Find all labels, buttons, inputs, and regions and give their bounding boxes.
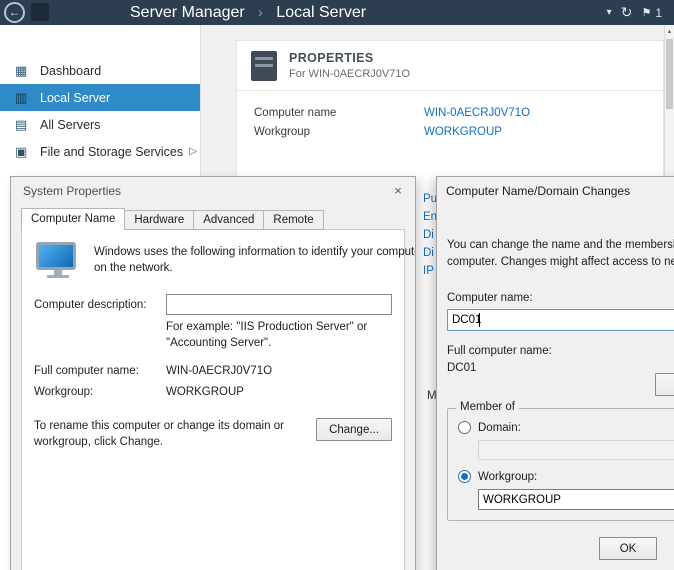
properties-title: PROPERTIES [289, 51, 410, 65]
property-row-workgroup: Workgroup WORKGROUP [254, 122, 663, 141]
sidebar-item-all-servers[interactable]: ▤ All Servers [0, 111, 200, 138]
occluded-value-fragment: Pu [423, 193, 436, 205]
member-of-label: Member of [456, 401, 519, 413]
workgroup-radio[interactable] [458, 470, 471, 483]
storage-icon: ▣ [15, 144, 31, 160]
tab-hardware[interactable]: Hardware [125, 210, 194, 230]
breadcrumb: Server Manager › Local Server [130, 0, 366, 25]
computer-description-label: Computer description: [34, 299, 166, 311]
computer-name-tab-page: Windows uses the following information t… [21, 229, 405, 570]
property-label: Workgroup [254, 126, 424, 138]
full-computer-name-value: DC01 [447, 362, 674, 374]
breadcrumb-local-server[interactable]: Local Server [276, 4, 366, 21]
computer-name-link[interactable]: WIN-0AECRJ0V71O [424, 107, 530, 119]
full-computer-name-label: Full computer name: [34, 365, 166, 377]
close-icon[interactable]: × [390, 183, 406, 199]
dialog-title: System Properties [11, 177, 415, 205]
domain-radio-label[interactable]: Domain: [478, 422, 521, 434]
rename-hint-text: To rename this computer or change its do… [34, 418, 284, 450]
server-icon: ▥ [15, 90, 31, 106]
occluded-value-fragment: Di [423, 229, 436, 241]
domain-input-disabled [478, 440, 674, 460]
properties-header: PROPERTIES For WIN-0AECRJ0V71O [237, 41, 663, 91]
sidebar-item-label: File and Storage Services [40, 145, 183, 159]
servers-icon: ▤ [15, 117, 31, 133]
property-label: Computer name [254, 107, 424, 119]
dashboard-icon: ▦ [15, 63, 31, 79]
refresh-icon[interactable]: ↻ [621, 4, 633, 21]
dialog-body: You can change the name and the membersh… [437, 237, 674, 521]
full-computer-name-label: Full computer name: [447, 345, 674, 357]
notifications-flag-icon[interactable]: ⚑ [641, 6, 651, 19]
properties-fields: Computer name WIN-0AECRJ0V71O Workgroup … [237, 91, 663, 141]
workgroup-value: WORKGROUP [166, 386, 244, 398]
occluded-text-fragment: M [427, 390, 436, 402]
text-cursor [479, 313, 480, 327]
monitor-icon [34, 242, 80, 278]
full-computer-name-value: WIN-0AECRJ0V71O [166, 365, 272, 377]
topbar: ← Server Manager › Local Server ▾ ↻ ⚑ 1 [0, 0, 674, 25]
occluded-value-fragment: IP [423, 265, 436, 277]
scrollbar-thumb[interactable] [666, 39, 673, 109]
breadcrumb-separator-icon: › [258, 4, 263, 20]
occluded-value-fragment: Di [423, 247, 436, 259]
app-icon [31, 3, 49, 21]
properties-subtitle: For WIN-0AECRJ0V71O [289, 68, 410, 80]
computer-name-label: Computer name: [447, 292, 674, 304]
sidebar-item-file-storage-services[interactable]: ▣ File and Storage Services ▷ [0, 138, 200, 165]
tab-strip: Computer Name Hardware Advanced Remote [21, 208, 324, 230]
workgroup-radio-row[interactable]: Workgroup: [458, 470, 674, 483]
system-properties-dialog: System Properties × Computer Name Hardwa… [10, 176, 416, 570]
computer-name-input[interactable] [447, 309, 674, 331]
occluded-value-fragment: En [423, 211, 436, 223]
intro-text: You can change the name and the membersh… [447, 237, 674, 270]
computer-name-domain-changes-dialog: Computer Name/Domain Changes You can cha… [436, 176, 674, 570]
sidebar-item-label: Local Server [40, 91, 110, 105]
computer-description-input[interactable] [166, 294, 392, 315]
workgroup-label: Workgroup: [34, 386, 166, 398]
sidebar-item-label: All Servers [40, 118, 100, 132]
topbar-actions: ▾ ↻ ⚑ 1 [607, 0, 662, 25]
ok-button[interactable]: OK [599, 537, 657, 560]
back-button[interactable]: ← [4, 2, 25, 23]
sidebar-item-label: Dashboard [40, 64, 101, 78]
sidebar-item-local-server[interactable]: ▥ Local Server [0, 84, 200, 111]
more-button-cutoff[interactable] [655, 373, 674, 396]
workgroup-input[interactable] [478, 489, 674, 510]
expand-triangle-icon[interactable]: ▷ [189, 146, 197, 157]
chevron-down-icon[interactable]: ▾ [607, 7, 612, 18]
dialog-title: Computer Name/Domain Changes [437, 177, 674, 205]
tab-computer-name[interactable]: Computer Name [21, 208, 125, 230]
workgroup-radio-label[interactable]: Workgroup: [478, 471, 537, 483]
intro-text: Windows uses the following information t… [94, 242, 416, 278]
description-example-text: For example: "IIS Production Server" or … [166, 320, 392, 351]
notification-count[interactable]: 1 [655, 6, 662, 20]
domain-radio[interactable] [458, 421, 471, 434]
back-arrow-icon: ← [9, 5, 21, 19]
property-row-computer-name: Computer name WIN-0AECRJ0V71O [254, 103, 663, 122]
change-button[interactable]: Change... [316, 418, 392, 441]
tab-advanced[interactable]: Advanced [194, 210, 264, 230]
tab-remote[interactable]: Remote [264, 210, 323, 230]
domain-radio-row[interactable]: Domain: [458, 421, 674, 434]
workgroup-link[interactable]: WORKGROUP [424, 126, 502, 138]
server-tile-icon [251, 51, 277, 81]
sidebar-item-dashboard[interactable]: ▦ Dashboard [0, 57, 200, 84]
server-manager-window: ← Server Manager › Local Server ▾ ↻ ⚑ 1 … [0, 0, 674, 570]
scroll-up-arrow-icon[interactable]: ▲ [665, 25, 674, 39]
member-of-groupbox: Member of Domain: Workgroup: [447, 408, 674, 521]
breadcrumb-server-manager[interactable]: Server Manager [130, 4, 245, 21]
